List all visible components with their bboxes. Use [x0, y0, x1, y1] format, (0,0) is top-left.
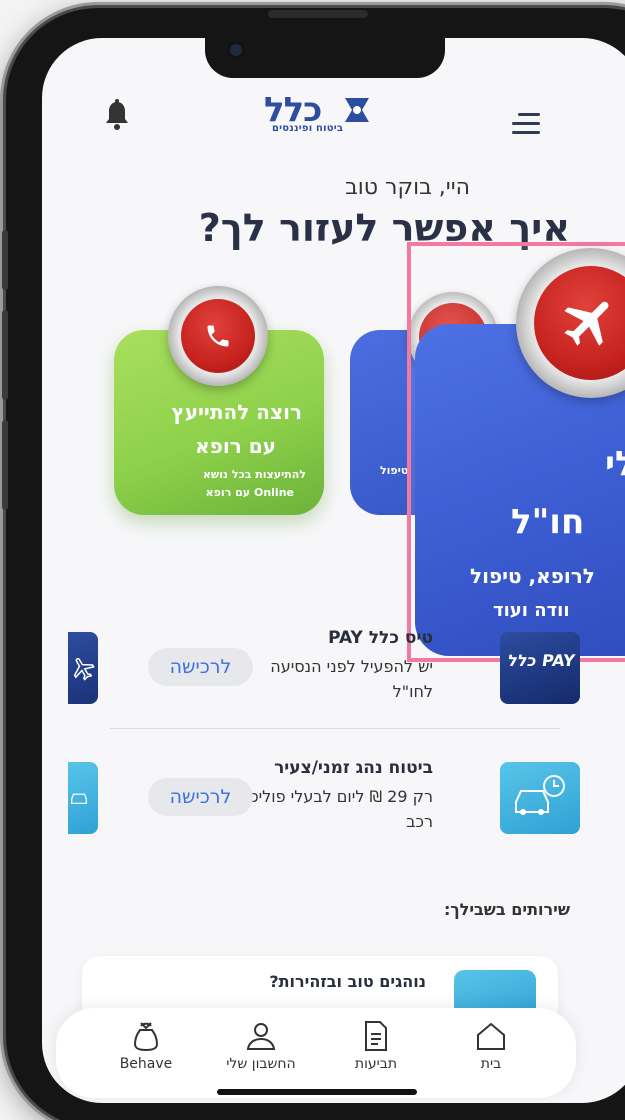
kalal-pay-thumb-label: כלל PAY	[506, 651, 577, 670]
phone-speaker	[268, 10, 368, 18]
car-clock-glyph	[515, 775, 565, 815]
offers-divider	[110, 728, 560, 729]
user-icon	[246, 1023, 276, 1050]
tab-label: החשבון שלי	[226, 1056, 296, 1072]
travel-card-fragment: טיפול	[380, 464, 409, 477]
kalal-pay-thumb: כלל PAY	[500, 632, 580, 704]
tab-my-account[interactable]: החשבון שלי	[211, 1020, 311, 1072]
tab-label: Behave	[119, 1056, 173, 1072]
home-indicator	[217, 1089, 417, 1095]
greeting-text: היי, בוקר טוב	[345, 175, 470, 200]
offer-row[interactable]: ביטוח נהג זמני/צעיר רק 29 ₪ ליום לבעלי פ…	[68, 756, 580, 836]
zoom-card-line4: וודה ועוד	[493, 600, 570, 621]
prev-offer-thumb	[68, 762, 98, 834]
prev-offer-thumb	[68, 632, 98, 704]
hamburger-menu-icon[interactable]	[512, 113, 540, 135]
offer-description: רק 29 ₪ ליום לבעלי פוליסת רכב	[237, 787, 433, 831]
side-button	[2, 230, 8, 290]
airplane-icon	[73, 657, 95, 681]
logo-mark-icon	[345, 98, 369, 122]
zoom-card-line2: חו"ל	[511, 502, 585, 542]
behave-bag-icon	[133, 1022, 159, 1052]
logo-subtitle: ביטוח ופיננסים	[272, 123, 344, 134]
phone-icon	[207, 325, 229, 347]
doctor-card-title-line1: רוצה להתייעץ	[171, 400, 303, 424]
tab-home[interactable]: בית	[441, 1020, 541, 1072]
tab-claims[interactable]: תביעות	[326, 1020, 426, 1072]
document-icon	[365, 1021, 387, 1051]
offer-row[interactable]: כלל PAY טיס כלל PAY יש להפעיל לפני הנסיע…	[68, 626, 580, 706]
home-icon	[477, 1022, 505, 1050]
side-button	[2, 310, 8, 400]
doctor-card-title-line2: עם רופא	[195, 434, 276, 458]
services-section-title: שירותים בשבילך:	[444, 900, 570, 919]
zoom-card-line3: לרופא, טיפול	[470, 564, 595, 588]
purchase-button[interactable]: לרכישה	[148, 778, 253, 816]
bell-icon[interactable]	[102, 98, 132, 134]
purchase-button[interactable]: לרכישה	[148, 648, 253, 686]
doctor-call-button[interactable]	[168, 286, 268, 386]
tab-behave[interactable]: Behave	[96, 1020, 196, 1072]
offer-title: טיס כלל PAY	[328, 628, 433, 648]
side-button	[2, 420, 8, 510]
airplane-icon	[564, 301, 609, 346]
car-clock-icon	[500, 762, 580, 834]
tab-label: תביעות	[354, 1056, 398, 1072]
doctor-card-desc-line2: עם רופא Online	[205, 486, 294, 499]
doctor-card-desc-line1: להתיעצות בכל נושא	[202, 468, 306, 481]
offer-title: ביטוח נהג זמני/צעיר	[274, 758, 433, 778]
bottom-tab-bar: Behave החשבון שלי תביעות בית	[56, 1008, 576, 1098]
zoom-card-line1: לי	[605, 444, 625, 484]
service-card-title: נוהגים טוב ובזהירות?	[269, 972, 426, 991]
stage: כלל ביטוח ופיננסים היי, בוקר טוב איך אפש…	[0, 0, 625, 1120]
car-icon	[71, 793, 87, 805]
phone-camera	[226, 40, 246, 60]
tab-label: בית	[480, 1056, 502, 1072]
kalal-logo[interactable]: כלל ביטוח ופיננסים	[264, 90, 374, 140]
app-screen: כלל ביטוח ופיננסים היי, בוקר טוב איך אפש…	[42, 38, 625, 1103]
offer-description: יש להפעיל לפני הנסיעה לחו"ל	[270, 657, 433, 701]
